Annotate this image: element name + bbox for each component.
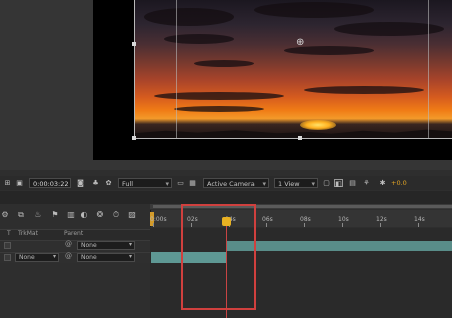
transparency-grid-icon[interactable]: ▦ [188, 179, 197, 187]
tick-label: 08s [300, 216, 311, 223]
transform-handle[interactable] [298, 136, 302, 140]
camera-snapshot-icon[interactable]: ◙ [76, 179, 85, 187]
tick-label: 10s [338, 216, 349, 223]
flowchart-icon[interactable]: ⚘ [362, 179, 371, 187]
current-time-display[interactable]: 0:00:03:22 [29, 178, 71, 188]
graph-editor-icon[interactable]: ▨ [127, 210, 137, 220]
view-layout-dropdown[interactable]: 1 View [274, 178, 318, 189]
column-t[interactable]: T [7, 230, 11, 237]
pickwhip-icon[interactable]: @ [65, 252, 72, 260]
pickwhip-icon[interactable]: @ [65, 240, 72, 248]
camera-dropdown[interactable]: Active Camera [203, 178, 269, 189]
guide-line [428, 0, 429, 138]
annotation-highlight-box [181, 204, 256, 310]
ruler-tick [418, 223, 419, 227]
ruler-tick [342, 223, 343, 227]
tick-label: 0:00s [150, 216, 167, 223]
draft-3d-icon[interactable]: ♨ [33, 210, 43, 220]
brainstorm-icon[interactable]: ❂ [95, 210, 105, 220]
layer-switch-box[interactable] [4, 242, 11, 249]
composition-mini-flowchart-icon[interactable]: ⧉ [16, 210, 26, 220]
layer-bounds-left [134, 0, 135, 138]
ruler-tick [153, 223, 154, 227]
hide-shy-icon[interactable]: ⚑ [50, 210, 60, 220]
sun-glow [300, 120, 336, 130]
guide-line [176, 0, 177, 138]
tick-label: 14s [414, 216, 425, 223]
tick-label: 06s [262, 216, 273, 223]
column-trkmat[interactable]: TrkMat [18, 230, 38, 237]
ruler-tick [266, 223, 267, 227]
column-parent[interactable]: Parent [64, 230, 83, 237]
transform-handle[interactable] [132, 136, 136, 140]
show-snapshot-icon[interactable]: ♣ [91, 179, 100, 187]
frame-blending-icon[interactable]: ▥ [66, 210, 76, 220]
tick-label: 12s [376, 216, 387, 223]
region-of-interest-icon[interactable]: ▭ [176, 179, 185, 187]
transform-handle[interactable] [132, 42, 136, 46]
motion-blur-icon[interactable]: ◐ [79, 210, 89, 220]
grid-icon[interactable]: ⊞ [3, 179, 12, 187]
3d-view-icon[interactable]: ▤ [348, 179, 357, 187]
ruler-tick [304, 223, 305, 227]
search-layers-icon[interactable]: ⚙ [0, 210, 10, 220]
layer-duration-bar[interactable] [227, 241, 452, 251]
anchor-point-icon[interactable]: ⊕ [296, 38, 304, 48]
parent-dropdown[interactable]: None [77, 253, 135, 262]
fast-preview-icon[interactable]: ◧ [334, 179, 343, 188]
resolution-dropdown[interactable]: Full [118, 178, 172, 189]
exposure-value[interactable]: +0.0 [391, 179, 407, 187]
pixel-aspect-icon[interactable]: ▢ [322, 179, 331, 187]
timer-icon[interactable]: ⏱ [111, 210, 121, 220]
region-icon[interactable]: ▣ [15, 179, 24, 187]
layer-switch-box[interactable] [4, 254, 11, 261]
reset-exposure-icon[interactable]: ✱ [378, 179, 387, 187]
panel-divider [0, 191, 452, 204]
parent-dropdown[interactable]: None [77, 241, 135, 250]
ruler-tick [380, 223, 381, 227]
color-wheel-icon[interactable]: ✿ [104, 179, 113, 187]
layer-bounds-bottom [134, 138, 452, 139]
trkmat-dropdown[interactable]: None [15, 253, 59, 262]
sunset-footage[interactable] [134, 0, 452, 138]
